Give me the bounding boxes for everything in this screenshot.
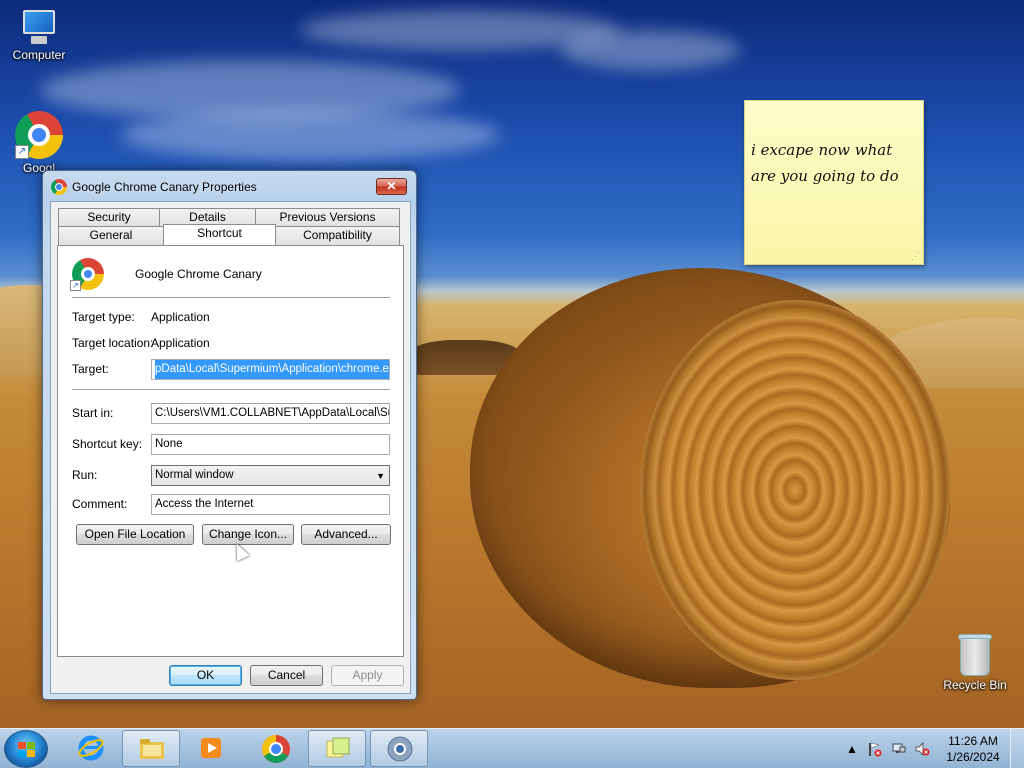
desktop-icon-computer[interactable]: Computer (1, 10, 77, 62)
sticky-note[interactable]: i excape now what are you going to do ⋰ (744, 100, 924, 265)
recycle-bin-icon (956, 632, 994, 676)
comment-field[interactable]: Access the Internet (151, 494, 390, 515)
computer-icon (19, 10, 59, 46)
sticky-note-text[interactable]: i excape now what are you going to do (751, 137, 915, 189)
change-icon-button[interactable]: Change Icon... (202, 524, 294, 545)
dialog-title: Google Chrome Canary Properties (72, 180, 257, 194)
volume-muted-icon[interactable] (914, 741, 930, 757)
sticky-notes-icon (324, 735, 352, 763)
target-value: pData\Local\Supermium\Application\chrome… (155, 360, 389, 379)
run-select[interactable]: Normal window ▼ (151, 465, 390, 486)
chrome-canary-icon (386, 735, 414, 763)
target-location-value: Application (151, 336, 210, 350)
chrome-canary-icon: ↗ (70, 258, 104, 291)
taskbar-item-media-player[interactable] (182, 730, 240, 767)
start-in-label: Start in: (72, 406, 114, 420)
sticky-note-line: i excape now what (751, 141, 893, 159)
divider (72, 297, 390, 298)
file-explorer-icon (138, 735, 166, 763)
clock-time: 11:26 AM (948, 734, 998, 748)
cloud (120, 110, 500, 160)
internet-explorer-icon (77, 734, 105, 762)
resize-grip-icon[interactable]: ⋰ (911, 251, 920, 262)
shortcut-tab-panel: ↗ Google Chrome Canary Target type: Appl… (57, 245, 404, 657)
action-center-flag-icon[interactable] (866, 741, 882, 757)
chrome-icon (261, 734, 290, 763)
target-label: Target: (72, 362, 109, 376)
tab-compatibility[interactable]: Compatibility (275, 226, 400, 245)
desktop-icon-recycle-bin[interactable]: Recycle Bin (937, 632, 1013, 692)
run-label: Run: (72, 468, 98, 482)
chrome-shortcut-icon: ↗ (15, 111, 63, 159)
comment-label: Comment: (72, 497, 128, 511)
target-field[interactable]: pData\Local\Supermium\Application\chrome… (151, 359, 390, 380)
tab-previous-versions[interactable]: Previous Versions (255, 208, 400, 227)
clock-date: 1/26/2024 (946, 750, 1000, 764)
taskbar-item-chrome-canary[interactable] (370, 730, 428, 767)
desktop-icon-chrome[interactable]: ↗ Googl (1, 111, 77, 175)
tab-security[interactable]: Security (58, 208, 160, 227)
tab-general[interactable]: General (58, 226, 164, 245)
properties-dialog: Google Chrome Canary Properties ✕ Securi… (42, 170, 417, 700)
windows-logo-icon (18, 742, 36, 758)
title-bar[interactable]: Google Chrome Canary Properties ✕ (43, 171, 416, 201)
show-hidden-icons-chevron-icon[interactable]: ▲ (844, 741, 860, 757)
tab-shortcut[interactable]: Shortcut (163, 224, 276, 245)
shortcut-key-field[interactable]: None (151, 434, 390, 455)
app-name: Google Chrome Canary (135, 267, 262, 281)
taskbar: ▲ 11:26 AM 1/26/2024 (0, 728, 1024, 769)
target-type-label: Target type: (72, 310, 135, 324)
apply-button[interactable]: Apply (331, 665, 404, 686)
show-desktop-button[interactable] (1010, 729, 1024, 769)
cancel-button[interactable]: Cancel (250, 665, 323, 686)
divider (72, 389, 390, 390)
taskbar-item-internet-explorer[interactable] (62, 730, 120, 767)
taskbar-item-sticky-notes[interactable] (308, 730, 366, 767)
network-icon[interactable] (891, 741, 907, 757)
shortcut-arrow-icon: ↗ (70, 280, 81, 291)
chrome-canary-icon (51, 179, 67, 195)
taskbar-clock[interactable]: 11:26 AM 1/26/2024 (942, 733, 1004, 765)
shortcut-key-label: Shortcut key: (72, 437, 143, 451)
dialog-body: Security Details Previous Versions Gener… (50, 201, 411, 694)
desktop-icon-label: Computer (12, 48, 66, 62)
dropdown-arrow-icon: ▼ (376, 471, 385, 481)
ok-button[interactable]: OK (169, 665, 242, 686)
start-button[interactable] (4, 730, 48, 768)
hay-bale-face (640, 300, 950, 680)
taskbar-item-chrome[interactable] (246, 730, 304, 767)
open-file-location-button[interactable]: Open File Location (76, 524, 194, 545)
sticky-note-line: are you going to do (751, 167, 899, 185)
media-player-icon (197, 734, 225, 762)
taskbar-item-file-explorer[interactable] (122, 730, 180, 767)
advanced-button[interactable]: Advanced... (301, 524, 391, 545)
target-location-label: Target location: (72, 336, 154, 350)
shortcut-arrow-icon: ↗ (15, 145, 29, 159)
start-in-field[interactable]: C:\Users\VM1.COLLABNET\AppData\Local\Sup (151, 403, 390, 424)
close-button[interactable]: ✕ (376, 178, 407, 195)
target-type-value: Application (151, 310, 210, 324)
cloud (560, 30, 740, 70)
run-value: Normal window (155, 469, 234, 481)
desktop-icon-label: Recycle Bin (943, 678, 1007, 692)
